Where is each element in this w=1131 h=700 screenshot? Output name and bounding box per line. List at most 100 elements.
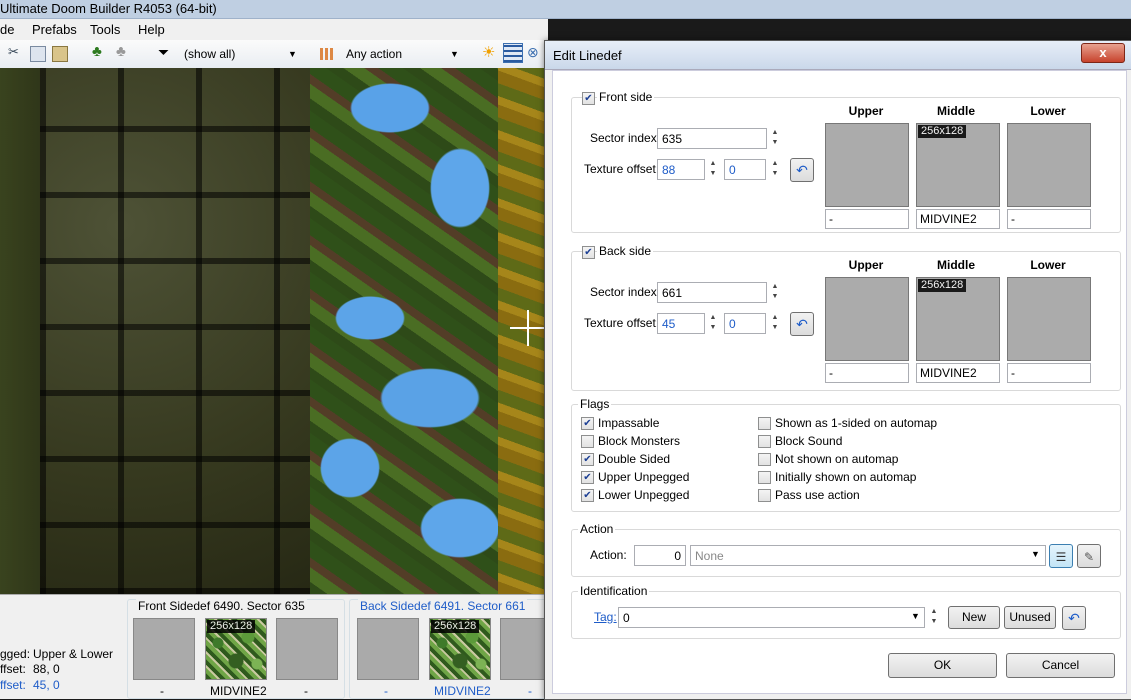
texture-size-badge: 256x128 [431, 620, 480, 633]
brightness-icon[interactable]: ☀ [482, 43, 496, 61]
front-offset-x-spinner[interactable]: ▲ ▼ [708, 159, 718, 179]
back-lower-texture-input[interactable]: - [1007, 363, 1091, 383]
back-side-group: ✔ Back side Sector index: 661 ▲ ▼ Texture… [571, 244, 1121, 391]
front-side-group: ✔ Front side Sector index: 635 ▲ ▼ Textur… [571, 90, 1121, 233]
back-upper-texture-preview[interactable] [825, 277, 909, 361]
front-offset-x-input[interactable]: 88 [657, 159, 705, 180]
menu-bar: de Prefabs Tools Help [0, 19, 548, 40]
front-side-label: Front side [597, 90, 655, 104]
ok-button[interactable]: OK [888, 653, 997, 678]
grid-icon[interactable] [503, 43, 523, 63]
chevron-down-icon: ▼ [288, 49, 297, 59]
flag-upper-unpegged-label: Upper Unpegged [598, 470, 690, 484]
filter-select[interactable]: (show all) ▼ [180, 44, 300, 64]
back-reset-offset-button[interactable]: ↶ [790, 312, 814, 336]
back-lower-texture-preview[interactable] [1007, 277, 1091, 361]
front-offset-y-spinner[interactable]: ▲ ▼ [770, 159, 780, 179]
things-tree-icon[interactable]: ♣ [92, 43, 106, 60]
back-side-label: Back side [597, 244, 654, 258]
paste-icon[interactable] [52, 46, 68, 62]
undo-icon: ↶ [1068, 610, 1080, 626]
front-lower-texture-input[interactable]: - [1007, 209, 1091, 229]
action-browse-button[interactable]: ☰ [1049, 544, 1073, 568]
flag-double-sided-checkbox[interactable]: ✔ [581, 453, 594, 466]
script-icon: ✎ [1083, 550, 1095, 564]
front-upper-name: - [160, 684, 164, 698]
dialog-title-bar[interactable]: Edit Linedef x [545, 41, 1131, 70]
new-tag-button[interactable]: New [948, 606, 1000, 629]
things-filter-icon[interactable]: ♣ [116, 43, 130, 60]
chevron-down-icon: ▼ [911, 611, 920, 621]
back-sector-spinner[interactable]: ▲ ▼ [770, 282, 780, 302]
flag-initially-shown-checkbox[interactable] [758, 471, 771, 484]
flag-lower-unpegged-checkbox[interactable]: ✔ [581, 489, 594, 502]
back-middle-texture-input[interactable]: MIDVINE2 [916, 363, 1000, 383]
undo-icon: ↶ [796, 316, 808, 332]
texture-size-badge: 256x128 [207, 620, 256, 633]
flag-upper-unpegged-checkbox[interactable]: ✔ [581, 471, 594, 484]
back-offset-x-input[interactable]: 45 [657, 313, 705, 334]
action-field-label: Action: [590, 548, 627, 562]
menu-item-prefabs[interactable]: Prefabs [32, 22, 77, 37]
action-select[interactable]: None ▼ [690, 545, 1046, 566]
front-sector-spinner[interactable]: ▲ ▼ [770, 128, 780, 148]
dialog-body: ✔ Front side Sector index: 635 ▲ ▼ Textur… [552, 70, 1127, 694]
cancel-button[interactable]: Cancel [1006, 653, 1115, 678]
3d-viewport[interactable] [0, 68, 548, 594]
back-offset-y-input[interactable]: 0 [724, 313, 766, 334]
info-value: Upper & Lower [33, 647, 114, 661]
back-offset-y-spinner[interactable]: ▲ ▼ [770, 313, 780, 333]
filter-icon[interactable]: ⏷ [158, 44, 172, 60]
front-middle-texture-input[interactable]: MIDVINE2 [916, 209, 1000, 229]
flags-label: Flags [578, 397, 612, 411]
flag-pass-use-label: Pass use action [775, 488, 860, 502]
front-upper-texture-preview[interactable] [825, 123, 909, 207]
front-reset-offset-button[interactable]: ↶ [790, 158, 814, 182]
flag-not-shown-checkbox[interactable] [758, 453, 771, 466]
front-lower-name: - [304, 684, 308, 698]
crosshair-icon [527, 310, 529, 346]
flag-pass-use-checkbox[interactable] [758, 489, 771, 502]
back-upper-texture-input[interactable]: - [825, 363, 909, 383]
tag-spinner[interactable]: ▲ ▼ [929, 607, 939, 627]
front-lower-texture [276, 618, 338, 680]
back-side-checkbox[interactable]: ✔ [582, 246, 595, 259]
tag-reset-button[interactable]: ↶ [1062, 606, 1086, 630]
cut-icon[interactable]: ✂ [8, 44, 22, 59]
menu-item-help[interactable]: Help [138, 22, 165, 37]
info-label: ffset: [0, 662, 26, 676]
action-group: Action Action: 0 None ▼ ☰ ✎ [571, 522, 1121, 577]
action-number-input[interactable]: 0 [634, 545, 686, 566]
flag-shown-1-sided-label: Shown as 1-sided on automap [775, 416, 938, 430]
copy-icon[interactable] [30, 46, 46, 62]
front-lower-texture-preview[interactable] [1007, 123, 1091, 207]
dialog-title: Edit Linedef [553, 48, 622, 63]
front-side-checkbox[interactable]: ✔ [582, 92, 595, 105]
front-sector-index-input[interactable]: 635 [657, 128, 767, 149]
back-sidedef-title: Back Sidedef 6491. Sector 661 [358, 599, 528, 613]
back-middle-texture-preview[interactable]: 256x128 [916, 277, 1000, 361]
front-upper-texture-input[interactable]: - [825, 209, 909, 229]
action-icon [320, 48, 334, 60]
flag-block-sound-checkbox[interactable] [758, 435, 771, 448]
snap-icon[interactable]: ⊗ [527, 44, 541, 60]
action-script-button[interactable]: ✎ [1077, 544, 1101, 568]
info-value: 88, 0 [33, 662, 60, 676]
flag-shown-1-sided-checkbox[interactable] [758, 417, 771, 430]
flag-block-monsters-checkbox[interactable] [581, 435, 594, 448]
menu-item-tools[interactable]: Tools [90, 22, 120, 37]
front-offset-label: Texture offset: [584, 162, 660, 176]
back-sector-index-input[interactable]: 661 [657, 282, 767, 303]
flag-impassable-checkbox[interactable]: ✔ [581, 417, 594, 430]
menu-item-mode[interactable]: de [0, 22, 14, 37]
action-filter-select[interactable]: Any action ▼ [342, 44, 462, 64]
back-offset-x-spinner[interactable]: ▲ ▼ [708, 313, 718, 333]
front-offset-y-input[interactable]: 0 [724, 159, 766, 180]
unused-tag-button[interactable]: Unused [1004, 606, 1056, 629]
toolbar: ✂ ♣ ♣ ⏷ (show all) ▼ Any action ▼ ☀ ⊗ [0, 40, 548, 69]
tag-label-link[interactable]: Tag: [594, 610, 617, 624]
tag-select[interactable]: 0 ▼ [618, 607, 925, 628]
front-middle-texture-preview[interactable]: 256x128 [916, 123, 1000, 207]
close-button[interactable]: x [1081, 43, 1125, 63]
flag-block-monsters-label: Block Monsters [598, 434, 681, 448]
